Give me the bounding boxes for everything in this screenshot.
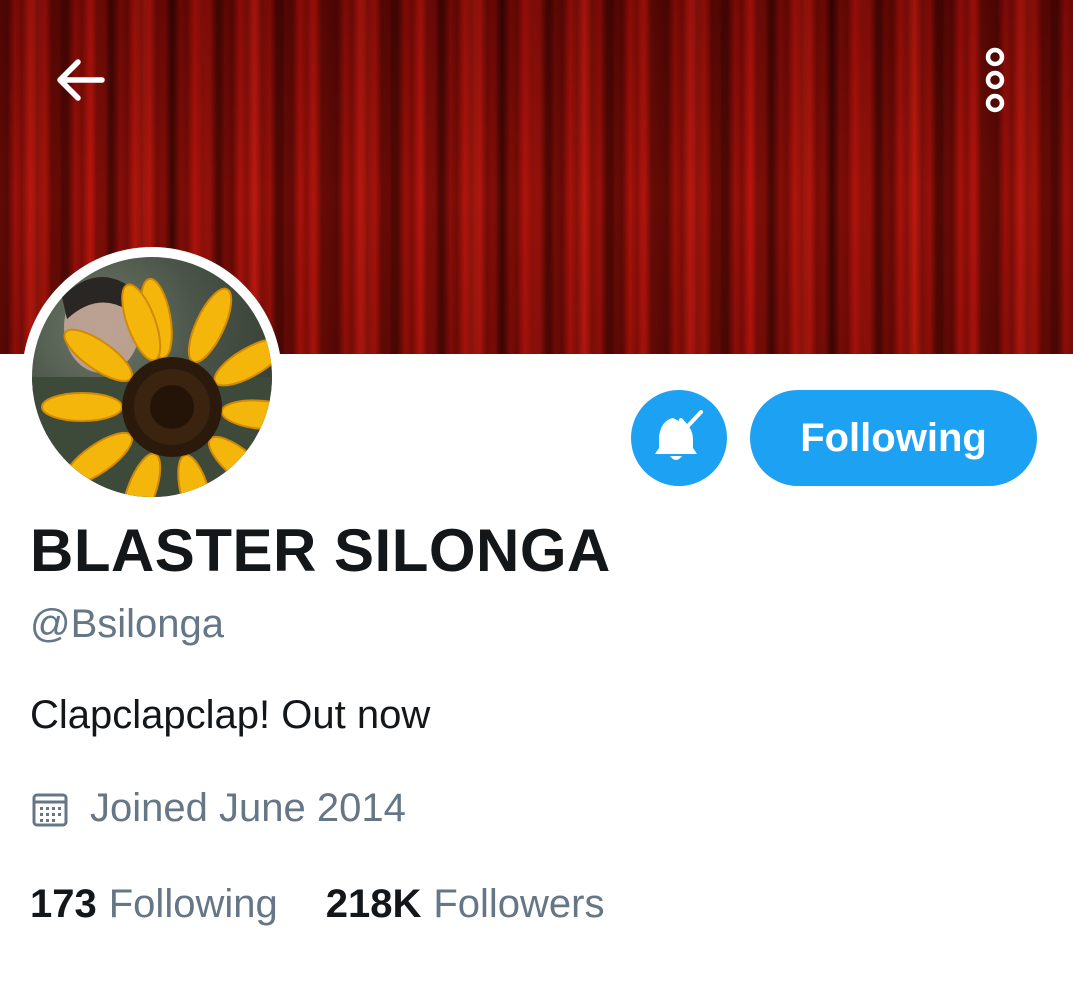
avatar-image bbox=[32, 257, 272, 497]
followers-label: Followers bbox=[433, 882, 605, 926]
followers-count: 218K bbox=[325, 882, 422, 926]
bio: Clapclapclap! Out now bbox=[30, 693, 431, 737]
joined-date: Joined June 2014 bbox=[30, 786, 406, 831]
display-name: BLASTER SILONGA bbox=[30, 517, 611, 584]
following-stat[interactable]: 173 Following bbox=[30, 882, 278, 927]
avatar[interactable] bbox=[22, 247, 282, 507]
following-count: 173 bbox=[30, 882, 97, 926]
arrow-left-icon bbox=[57, 59, 105, 101]
notifications-button[interactable] bbox=[631, 390, 727, 486]
calendar-icon bbox=[30, 789, 70, 829]
profile-stats: 173 Following 218K Followers bbox=[30, 882, 605, 927]
following-button[interactable]: Following bbox=[750, 390, 1037, 486]
more-vertical-icon bbox=[985, 47, 1005, 113]
more-options-button[interactable] bbox=[962, 40, 1028, 120]
handle: @Bsilonga bbox=[30, 602, 225, 646]
bell-check-icon bbox=[655, 410, 703, 460]
following-label: Following bbox=[108, 882, 278, 926]
joined-text: Joined June 2014 bbox=[90, 786, 406, 830]
followers-stat[interactable]: 218K Followers bbox=[326, 882, 605, 927]
back-button[interactable] bbox=[44, 44, 116, 116]
